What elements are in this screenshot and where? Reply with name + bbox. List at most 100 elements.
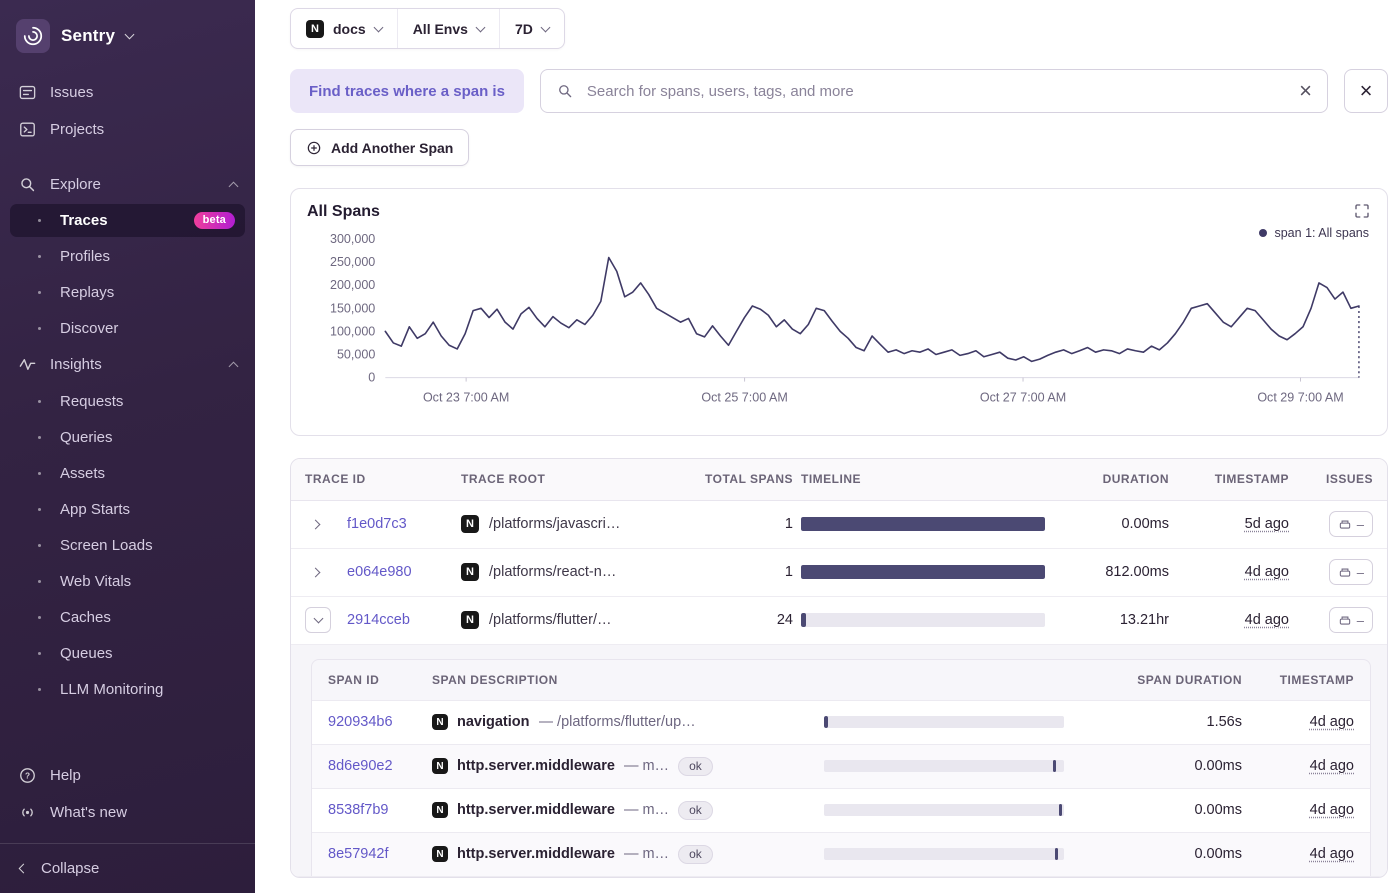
sidebar-item-issues[interactable]: Issues bbox=[0, 74, 255, 111]
sidebar-section-insights[interactable]: Insights bbox=[0, 346, 255, 383]
collapse-row-button[interactable] bbox=[305, 607, 331, 634]
timestamp[interactable]: 4d ago bbox=[1245, 564, 1289, 580]
timestamp[interactable]: 4d ago bbox=[1310, 802, 1354, 818]
date-range-selector[interactable]: 7D bbox=[498, 9, 564, 48]
column-header: TRACE ROOT bbox=[461, 472, 546, 487]
sidebar-section-explore[interactable]: Explore bbox=[0, 166, 255, 203]
sidebar-item-requests[interactable]: Requests bbox=[0, 383, 255, 419]
bullet-icon bbox=[38, 399, 41, 403]
sidebar-item-llm-monitoring[interactable]: LLM Monitoring bbox=[0, 671, 255, 707]
add-another-span-button[interactable]: Add Another Span bbox=[290, 129, 470, 166]
span-row[interactable]: 8d6e90e2 N http.server.middleware — m… o… bbox=[312, 743, 1370, 788]
trace-id-link[interactable]: f1e0d7c3 bbox=[347, 516, 453, 532]
sidebar-item-label: Web Vitals bbox=[60, 572, 132, 590]
expand-chevron-icon[interactable] bbox=[305, 567, 325, 578]
sidebar-item-discover[interactable]: Discover bbox=[0, 310, 255, 346]
column-header: TIMESTAMP bbox=[1279, 672, 1354, 687]
remove-span-filter-button[interactable]: × bbox=[1344, 69, 1388, 113]
column-header: TOTAL SPANS bbox=[705, 472, 793, 487]
expand-chevron-icon[interactable] bbox=[305, 519, 325, 530]
status-badge: ok bbox=[678, 844, 713, 864]
fullscreen-icon[interactable] bbox=[1351, 200, 1373, 222]
chevron-down-icon bbox=[373, 22, 384, 32]
span-op: http.server.middleware bbox=[457, 846, 615, 863]
platform-icon: N bbox=[306, 19, 324, 38]
trace-row[interactable]: e064e980 N /platforms/react-n… 1 812.00m… bbox=[291, 549, 1387, 597]
sidebar-item-caches[interactable]: Caches bbox=[0, 599, 255, 635]
sidebar-item-whats-new[interactable]: What's new bbox=[0, 794, 255, 831]
sidebar-item-profiles[interactable]: Profiles bbox=[0, 238, 255, 274]
span-search-box[interactable]: × bbox=[539, 69, 1328, 113]
span-duration: 0.00ms bbox=[1194, 758, 1242, 775]
span-row[interactable]: 8e57942f N http.server.middleware — m… o… bbox=[312, 831, 1370, 876]
span-id-link[interactable]: 920934b6 bbox=[328, 714, 424, 730]
clear-search-icon[interactable]: × bbox=[1299, 80, 1312, 102]
span-timeline-bar[interactable] bbox=[824, 804, 1064, 817]
sidebar-item-app-starts[interactable]: App Starts bbox=[0, 491, 255, 527]
column-header: SPAN DURATION bbox=[1137, 672, 1242, 687]
sidebar-item-help[interactable]: ? Help bbox=[0, 757, 255, 794]
timeline-bar[interactable] bbox=[801, 613, 1045, 628]
global-filters: N docs All Envs 7D bbox=[290, 8, 565, 49]
chevron-left-icon bbox=[18, 863, 29, 874]
sidebar-item-assets[interactable]: Assets bbox=[0, 455, 255, 491]
trace-id-link[interactable]: 2914cceb bbox=[347, 612, 453, 628]
svg-text:50,000: 50,000 bbox=[337, 347, 375, 361]
org-switcher[interactable]: Sentry bbox=[0, 14, 255, 58]
sidebar-item-queues[interactable]: Queues bbox=[0, 635, 255, 671]
add-span-row: Add Another Span bbox=[290, 129, 1388, 166]
span-timeline-bar[interactable] bbox=[824, 716, 1064, 729]
no-issues-dash: – bbox=[1356, 612, 1364, 628]
sidebar-item-web-vitals[interactable]: Web Vitals bbox=[0, 563, 255, 599]
environment-selector[interactable]: All Envs bbox=[396, 9, 499, 48]
sidebar-collapse-button[interactable]: Collapse bbox=[0, 843, 255, 893]
trace-id-link[interactable]: e064e980 bbox=[347, 564, 453, 580]
issues-button[interactable]: – bbox=[1328, 559, 1373, 586]
column-header: TIMESTAMP bbox=[1214, 472, 1289, 487]
bullet-icon bbox=[38, 579, 41, 583]
bullet-icon bbox=[38, 254, 41, 258]
issues-button[interactable]: – bbox=[1328, 607, 1373, 634]
sidebar-item-label: Assets bbox=[60, 464, 106, 482]
trace-row-expanded[interactable]: 2914cceb N /platforms/flutter/… 24 13.21… bbox=[291, 597, 1387, 645]
span-description: — /platforms/flutter/up… bbox=[538, 714, 696, 731]
trace-row[interactable]: f1e0d7c3 N /platforms/javascri… 1 0.00ms… bbox=[291, 501, 1387, 549]
svg-text:200,000: 200,000 bbox=[330, 278, 375, 292]
chevron-down-icon bbox=[124, 29, 135, 40]
sidebar-item-traces[interactable]: Traces beta bbox=[10, 204, 245, 237]
issues-button[interactable]: – bbox=[1328, 511, 1373, 538]
issues-icon bbox=[18, 83, 37, 102]
span-id-link[interactable]: 8538f7b9 bbox=[328, 802, 424, 818]
spans-line-chart: 0 50,000 100,000 150,000 200,000 250,000 300,0… bbox=[307, 225, 1371, 433]
timestamp[interactable]: 4d ago bbox=[1245, 612, 1289, 628]
sidebar-item-replays[interactable]: Replays bbox=[0, 274, 255, 310]
total-spans: 24 bbox=[776, 612, 793, 629]
projects-icon bbox=[18, 120, 37, 139]
timeline-bar[interactable] bbox=[801, 517, 1045, 532]
timestamp[interactable]: 5d ago bbox=[1245, 516, 1289, 532]
column-header: ISSUES bbox=[1325, 472, 1373, 487]
sidebar-item-queries[interactable]: Queries bbox=[0, 419, 255, 455]
span-description: — m… bbox=[623, 846, 670, 863]
span-search-input[interactable] bbox=[584, 81, 1289, 101]
span-id-link[interactable]: 8e57942f bbox=[328, 846, 424, 862]
total-spans: 1 bbox=[784, 564, 793, 581]
project-name: docs bbox=[333, 20, 366, 37]
span-id-link[interactable]: 8d6e90e2 bbox=[328, 758, 424, 774]
sidebar-item-projects[interactable]: Projects bbox=[0, 111, 255, 148]
timestamp[interactable]: 4d ago bbox=[1310, 846, 1354, 862]
page-filter-bar: N docs All Envs 7D bbox=[290, 8, 1388, 49]
sidebar-item-label: Help bbox=[50, 767, 81, 784]
sidebar-item-label: Issues bbox=[50, 84, 94, 101]
sidebar-item-screen-loads[interactable]: Screen Loads bbox=[0, 527, 255, 563]
project-selector[interactable]: N docs bbox=[291, 9, 397, 48]
span-timeline-bar[interactable] bbox=[824, 760, 1064, 773]
timestamp[interactable]: 4d ago bbox=[1310, 714, 1354, 730]
timestamp[interactable]: 4d ago bbox=[1310, 758, 1354, 774]
span-timeline-bar[interactable] bbox=[824, 848, 1064, 861]
span-row[interactable]: 8538f7b9 N http.server.middleware — m… o… bbox=[312, 787, 1370, 832]
span-row[interactable]: 920934b6 N navigation — /platforms/flutt… bbox=[312, 699, 1370, 744]
timeline-bar[interactable] bbox=[801, 565, 1045, 580]
chevron-up-icon bbox=[228, 181, 239, 191]
sidebar-item-label: Requests bbox=[60, 392, 124, 410]
